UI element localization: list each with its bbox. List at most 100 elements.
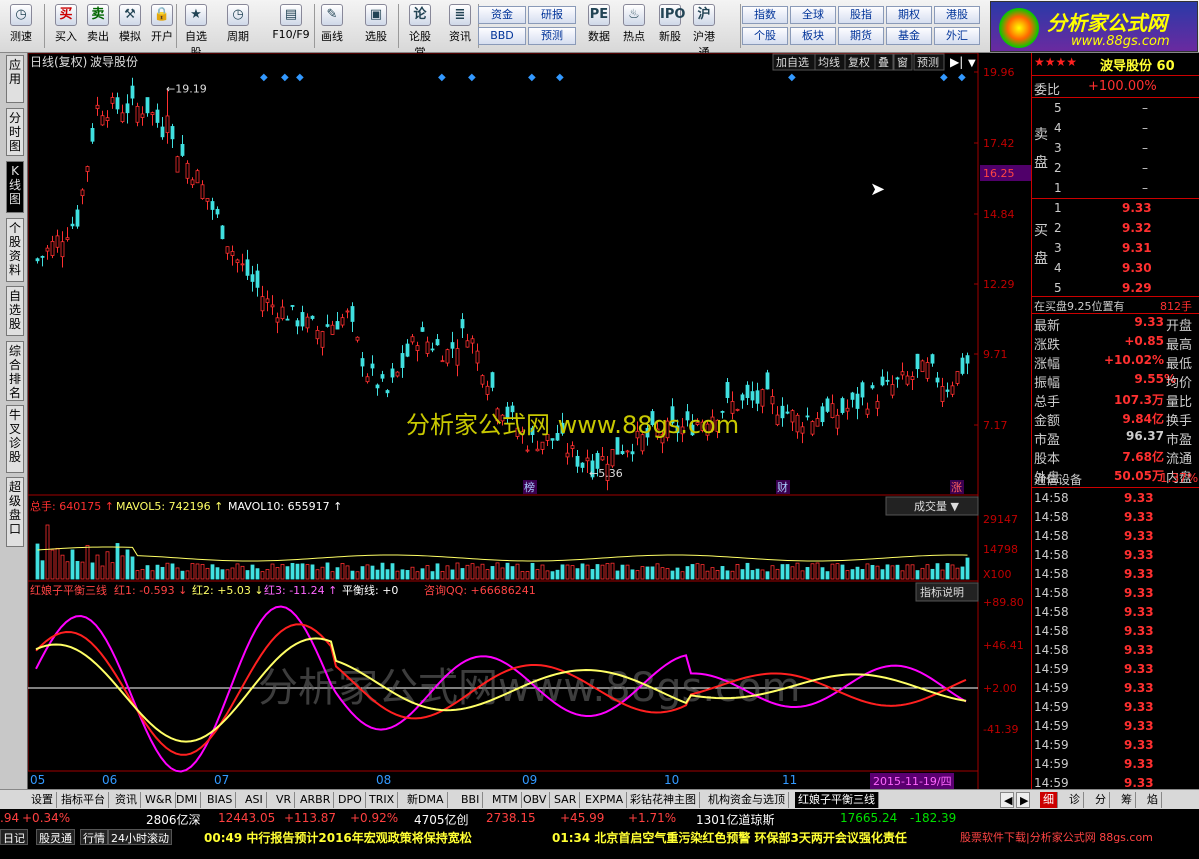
volume-bar <box>225 569 230 580</box>
tab-牛叉诊股[interactable]: 牛叉诊股 <box>6 405 24 473</box>
status-button-行情[interactable]: 行情 <box>80 829 108 845</box>
volume-bar <box>655 563 660 580</box>
market-button-期权[interactable]: 期权 <box>886 6 932 24</box>
market-button-个股[interactable]: 个股 <box>742 27 788 45</box>
bottom-tab-红娘子平衡三线[interactable]: 红娘子平衡三线 <box>795 792 879 808</box>
quote-label: 市盈 <box>1034 433 1061 448</box>
F10/F9-label: F10/F9 <box>272 28 310 41</box>
volume-bar <box>215 567 220 580</box>
卖出-button[interactable]: 卖卖出 <box>82 2 114 50</box>
数据-button[interactable]: PE 数据 <box>583 2 615 50</box>
tick-time: 14:58 <box>1034 605 1069 619</box>
论股堂-button[interactable]: 论论股堂 <box>404 2 436 59</box>
bottom-tab-ASI[interactable]: ASI <box>242 792 267 808</box>
bottom-tab-SAR[interactable]: SAR <box>551 792 581 808</box>
热点-button[interactable]: ♨ 热点 <box>618 2 650 50</box>
chart-button-叠: 叠 <box>878 56 889 69</box>
tab-应用[interactable]: 应用 <box>6 55 24 103</box>
small-button-预测[interactable]: 预测 <box>528 27 576 45</box>
bottom-tab-DMI[interactable]: DMI <box>173 792 202 808</box>
选股-button[interactable]: ▣ 选股 <box>360 2 392 50</box>
tab-K线图[interactable]: K线图 <box>6 161 24 213</box>
candle <box>155 109 160 123</box>
新股-button[interactable]: IPO 新股 <box>654 2 686 50</box>
rp-tab-诊[interactable]: 诊 <box>1066 792 1084 808</box>
画线-button[interactable]: ✎ 画线 <box>316 2 348 50</box>
bottom-tab-资讯[interactable]: 资讯 <box>112 792 141 808</box>
volume-bar <box>915 570 920 580</box>
volume-bar <box>595 564 600 580</box>
small-button-资金[interactable]: 资金 <box>478 6 526 24</box>
tab-超级盘口[interactable]: 超级盘口 <box>6 477 24 547</box>
tab-scroll-right-icon[interactable]: ▶ <box>1016 792 1030 808</box>
周期-button[interactable]: ◷ 周期 <box>222 2 254 50</box>
买入-button[interactable]: 买买入 <box>50 2 82 50</box>
volume-bar <box>625 564 630 580</box>
bottom-tab-OBV[interactable]: OBV <box>520 792 551 808</box>
market-button-板块[interactable]: 板块 <box>790 27 836 45</box>
tab-自选股[interactable]: 自选股 <box>6 286 24 336</box>
candle <box>45 247 50 252</box>
rp-tab-分[interactable]: 分 <box>1092 792 1110 808</box>
marker-2: 涨 <box>951 481 962 494</box>
bottom-tab-W&R[interactable]: W&R <box>142 792 177 808</box>
tab-分时图[interactable]: 分时图 <box>6 108 24 156</box>
market-button-港股[interactable]: 港股 <box>934 6 980 24</box>
开户-button[interactable]: 🔒 开户 <box>146 2 178 50</box>
自选股-button[interactable]: ★自选股 <box>180 2 212 59</box>
沪港通-button[interactable]: 沪沪港通 <box>688 2 720 59</box>
rp-divider <box>1032 75 1199 76</box>
candle <box>110 97 115 104</box>
volume-bar <box>145 565 150 580</box>
bottom-tab-指标平台[interactable]: 指标平台 <box>58 792 109 808</box>
测速-button[interactable]: ◷ 测速 <box>5 2 37 50</box>
bottom-tab-机构资金与选顶[interactable]: 机构资金与选顶 <box>705 792 789 808</box>
volume-bar <box>240 565 245 580</box>
status-button-日记[interactable]: 日记 <box>0 829 28 845</box>
event-diamond-icon: ◆ <box>528 72 536 83</box>
volume-bar <box>920 567 925 580</box>
market-button-期货[interactable]: 期货 <box>838 27 884 45</box>
rp-tab-焰[interactable]: 焰 <box>1144 792 1162 808</box>
tab-综合排名[interactable]: 综合排名 <box>6 341 24 401</box>
模拟-button[interactable]: ⚒ 模拟 <box>114 2 146 50</box>
small-button-BBD[interactable]: BBD <box>478 27 526 45</box>
candle <box>375 384 380 389</box>
bottom-tab-彩钻花神主图[interactable]: 彩钻花神主图 <box>627 792 700 808</box>
status-button-24小时滚动[interactable]: 24小时滚动 <box>108 829 172 845</box>
market-button-股指[interactable]: 股指 <box>838 6 884 24</box>
bottom-tab-VR[interactable]: VR <box>273 792 296 808</box>
tab-scroll-left-icon[interactable]: ◀ <box>1000 792 1014 808</box>
quote-label: 金额 <box>1034 414 1061 429</box>
market-button-全球[interactable]: 全球 <box>790 6 836 24</box>
bottom-tab-新DMA[interactable]: 新DMA <box>404 792 448 808</box>
market-button-外汇[interactable]: 外汇 <box>934 27 980 45</box>
rp-tab-细[interactable]: 细 <box>1040 792 1058 808</box>
rp-tab-筹[interactable]: 筹 <box>1118 792 1136 808</box>
bottom-tab-BBI[interactable]: BBI <box>458 792 484 808</box>
F10/F9-button[interactable]: ▤ F10/F9 <box>268 2 314 50</box>
bottom-tab-MTM[interactable]: MTM <box>489 792 522 808</box>
candle <box>615 437 620 455</box>
market-button-基金[interactable]: 基金 <box>886 27 932 45</box>
bottom-tab-DPO[interactable]: DPO <box>335 792 366 808</box>
candle <box>235 259 240 263</box>
quote-label2: 开盘 <box>1166 319 1193 334</box>
sell-level: 5 <box>1054 101 1062 115</box>
volume-bar <box>750 570 755 580</box>
bottom-tab-BIAS[interactable]: BIAS <box>204 792 237 808</box>
bottom-tab-设置[interactable]: 设置 <box>28 792 57 808</box>
toolbar-separator <box>314 4 315 48</box>
bottom-tab-EXPMA[interactable]: EXPMA <box>582 792 628 808</box>
bottom-tab-TRIX[interactable]: TRIX <box>366 792 399 808</box>
kline-chart[interactable]: 日线(复权) 波导股份 加自选 均线 复权叠窗预测 ▶| ▼ ◆ ◆ ◆ ◆ ◆ ◆ ◆ ◆ ◆ ◆ 19.96 1… <box>28 53 1031 789</box>
volume-bar <box>75 560 80 580</box>
volume-bar <box>140 569 145 580</box>
status-button-股灵通[interactable]: 股灵通 <box>36 829 75 845</box>
tab-个股资料[interactable]: 个股资料 <box>6 218 24 282</box>
small-button-研报[interactable]: 研报 <box>528 6 576 24</box>
volume-bar <box>70 549 75 580</box>
资讯-button[interactable]: ≣ 资讯 <box>444 2 476 50</box>
market-button-指数[interactable]: 指数 <box>742 6 788 24</box>
bottom-tab-ARBR[interactable]: ARBR <box>297 792 335 808</box>
